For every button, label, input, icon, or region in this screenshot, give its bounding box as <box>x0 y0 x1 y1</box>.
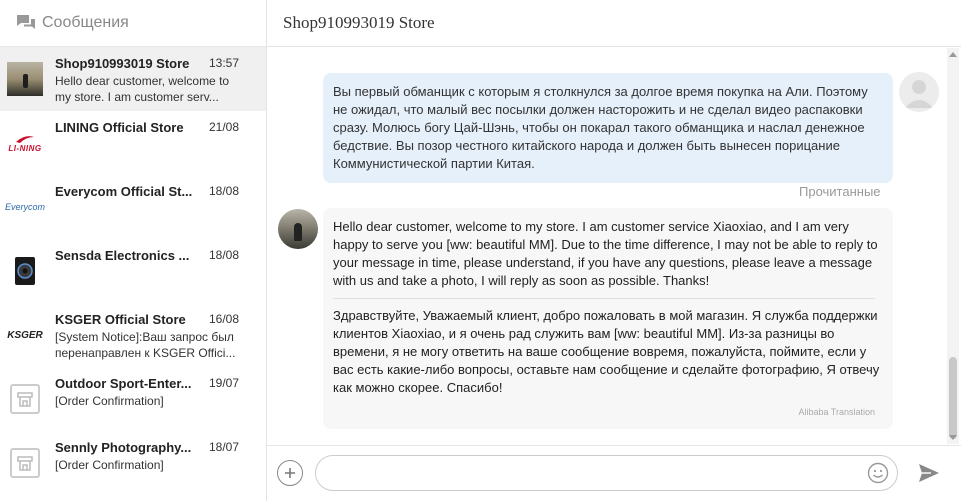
store-placeholder-icon <box>5 381 45 417</box>
conversation-item[interactable]: Sennly Photography... 18/07 [Order Confi… <box>0 431 266 495</box>
plus-icon <box>285 468 295 478</box>
chat-panel: Shop910993019 Store Вы первый обманщик с… <box>267 0 961 501</box>
read-status: Прочитанные <box>799 184 881 199</box>
message-input-bar <box>267 445 961 501</box>
ksger-logo: KSGER <box>7 329 43 341</box>
conversation-preview: Hello dear customer, welcome to my store… <box>55 74 230 104</box>
conversation-date: 16/08 <box>208 312 239 326</box>
lining-swoosh-icon <box>16 135 34 143</box>
translation-divider <box>333 298 875 299</box>
send-button[interactable] <box>917 462 941 484</box>
conversation-item[interactable]: Sensda Electronics ... 18/08 <box>0 239 266 303</box>
add-attachment-button[interactable] <box>277 460 303 486</box>
chat-header: Shop910993019 Store <box>267 0 961 47</box>
conversation-date: 13:57 <box>208 56 239 70</box>
store-avatar <box>5 61 45 97</box>
conversation-preview: [Order Confirmation] <box>55 458 164 472</box>
conversation-date: 18/07 <box>208 440 239 454</box>
store-message-original: Hello dear customer, welcome to my store… <box>333 219 878 288</box>
conversation-date: 18/08 <box>208 248 239 262</box>
smiley-icon <box>867 462 889 484</box>
store-title: Shop910993019 Store <box>283 13 435 32</box>
conversation-name: Sennly Photography... <box>55 440 192 455</box>
conversation-item[interactable]: Everycom Everycom Official St... 18/08 <box>0 175 266 239</box>
conversation-name: LINING Official Store <box>55 120 184 135</box>
translation-credit: Alibaba Translation <box>798 407 875 417</box>
conversation-date: 21/08 <box>208 120 239 134</box>
my-message-text: Вы первый обманщик с которым я столкнулс… <box>333 84 868 171</box>
conversation-item[interactable]: KSGER KSGER Official Store 16/08 [System… <box>0 303 266 367</box>
conversation-name: Everycom Official St... <box>55 184 193 199</box>
conversation-name: Sensda Electronics ... <box>55 248 190 263</box>
sidebar-header: Сообщения <box>0 0 266 47</box>
conversation-date: 19/07 <box>208 376 239 390</box>
scroll-up-arrow-icon[interactable] <box>949 52 957 57</box>
conversation-preview: [System Notice]:Ваш запрос был перенапра… <box>55 330 236 360</box>
chat-scrollbar[interactable] <box>947 48 959 444</box>
sidebar-title: Сообщения <box>42 14 129 31</box>
conversation-name: Shop910993019 Store <box>55 56 190 71</box>
conversation-name: KSGER Official Store <box>55 312 186 327</box>
scrollbar-thumb[interactable] <box>949 357 957 439</box>
sensda-device-icon <box>5 253 45 289</box>
conversation-name: Outdoor Sport-Enter... <box>55 376 192 391</box>
conversation-date: 18/08 <box>208 184 239 198</box>
conversation-preview: [Order Confirmation] <box>55 394 164 408</box>
chat-bubbles-icon <box>16 13 36 33</box>
conversation-item[interactable]: Shop910993019 Store 13:57 Hello dear cus… <box>0 47 266 111</box>
my-message-bubble: Вы первый обманщик с которым я столкнулс… <box>323 73 893 183</box>
conversation-item[interactable]: LI-NING LINING Official Store 21/08 <box>0 111 266 175</box>
store-avatar <box>278 209 318 249</box>
conversation-item[interactable]: Outdoor Sport-Enter... 19/07 [Order Conf… <box>0 367 266 431</box>
conversation-sidebar: Сообщения Shop910993019 Store 13:57 Hell… <box>0 0 267 501</box>
user-avatar <box>899 72 939 112</box>
store-message-bubble: Hello dear customer, welcome to my store… <box>323 208 893 429</box>
everycom-logo: Everycom <box>5 202 46 212</box>
store-message-translation: Здравствуйте, Уважаемый клиент, добро по… <box>333 308 880 395</box>
lining-logo: LI-NING <box>5 125 45 161</box>
send-arrow-icon <box>919 464 939 482</box>
store-placeholder-icon <box>5 445 45 481</box>
user-placeholder-icon <box>905 80 933 108</box>
emoji-button[interactable] <box>867 462 889 484</box>
scroll-down-arrow-icon[interactable] <box>949 435 957 440</box>
message-input[interactable] <box>315 455 898 491</box>
